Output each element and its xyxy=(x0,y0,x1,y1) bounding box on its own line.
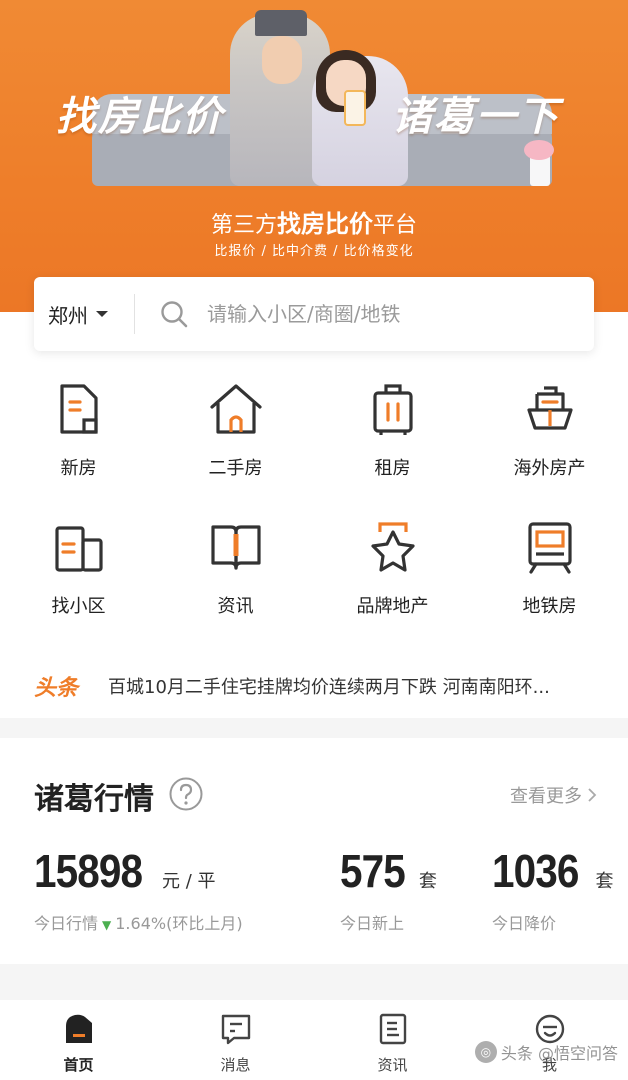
banner-subtitle-pre: 第三方 xyxy=(210,213,277,238)
home-icon xyxy=(65,1014,92,1043)
ship-icon xyxy=(526,386,573,430)
grid-item-label: 海外房产 xyxy=(513,458,586,479)
search-field[interactable] xyxy=(135,277,594,351)
stat-caption: 今日新上 xyxy=(340,914,405,933)
news-icon xyxy=(379,1013,406,1045)
section-divider xyxy=(0,964,628,1000)
tab-label: 首页 xyxy=(63,1056,94,1074)
stat-unit: 套 xyxy=(418,871,437,892)
banner-slogan-right: 诸葛一下 xyxy=(392,93,560,140)
headline-tag: 头条 xyxy=(34,675,79,701)
stat-unit: 套 xyxy=(595,871,614,892)
search-bar: 郑州 xyxy=(34,277,594,351)
caret-down-icon xyxy=(96,311,108,317)
question-icon[interactable] xyxy=(168,776,204,812)
grid-item-label: 地铁房 xyxy=(522,596,577,617)
search-icon xyxy=(161,301,188,328)
house-icon xyxy=(209,384,262,434)
grid-item-label: 新房 xyxy=(60,458,97,479)
banner-hat-illustration xyxy=(255,10,307,36)
stat-caption-label: 今日行情 xyxy=(34,914,99,933)
banner-subtitle: 第三方找房比价平台 xyxy=(0,204,628,239)
tab-label: 消息 xyxy=(220,1056,251,1074)
market-title: 诸葛行情 xyxy=(34,782,154,817)
banner-face-illustration xyxy=(262,36,302,84)
tab-home[interactable]: 首页 xyxy=(0,1000,157,1080)
promo-banner[interactable]: 找房比价 诸葛一下 第三方找房比价平台 比报价 / 比中介费 / 比价格变化 xyxy=(0,0,628,312)
star-icon xyxy=(370,522,415,572)
view-more-label: 查看更多 xyxy=(510,786,582,807)
view-more-link[interactable]: 查看更多 xyxy=(510,782,598,808)
community-icon xyxy=(54,526,103,572)
grid-item-label: 资讯 xyxy=(217,596,254,617)
city-selector[interactable]: 郑州 xyxy=(34,277,134,351)
grid-item-news[interactable]: 资讯 xyxy=(157,518,314,656)
chevron-right-icon xyxy=(588,788,597,802)
book-icon xyxy=(210,525,261,570)
grid-item-brand[interactable]: 品牌地产 xyxy=(314,518,471,656)
stat-value: 15898 xyxy=(34,845,143,897)
stat-caption: 今日降价 xyxy=(492,914,557,933)
grid-item-second-hand[interactable]: 二手房 xyxy=(157,380,314,518)
section-divider xyxy=(0,718,628,738)
category-grid: 新房 二手房 租房 海外房产 找小区 资讯 品牌地产 地铁房 xyxy=(0,380,628,656)
banner-slogan-left: 找房比价 xyxy=(56,93,224,140)
tab-label: 资讯 xyxy=(377,1056,408,1074)
tab-news[interactable]: 资讯 xyxy=(314,1000,471,1080)
grid-item-label: 品牌地产 xyxy=(356,596,429,617)
grid-item-label: 租房 xyxy=(374,458,411,479)
stat-value: 575 xyxy=(340,845,406,897)
tab-messages[interactable]: 消息 xyxy=(157,1000,314,1080)
city-label: 郑州 xyxy=(48,303,88,328)
stat-new-listings[interactable]: 575 套 今日新上 xyxy=(340,844,437,933)
grid-item-overseas[interactable]: 海外房产 xyxy=(471,380,628,518)
stat-value: 1036 xyxy=(492,845,579,897)
new-house-icon xyxy=(59,384,98,434)
watermark: ◎ 头条 @悟空问答 xyxy=(474,1040,618,1064)
grid-item-community[interactable]: 找小区 xyxy=(0,518,157,656)
headline-text[interactable]: 百城10月二手住宅挂牌均价连续两月下跌 河南南阳环... xyxy=(108,673,608,699)
stat-price-cuts[interactable]: 1036 套 今日降价 xyxy=(492,844,614,933)
stat-unit: 元 / 平 xyxy=(162,871,216,892)
subway-icon xyxy=(527,522,572,574)
grid-item-label: 找小区 xyxy=(51,596,106,617)
banner-flower-illustration xyxy=(524,140,554,160)
banner-phone-illustration xyxy=(344,90,366,126)
grid-item-rent[interactable]: 租房 xyxy=(314,380,471,518)
grid-item-new-house[interactable]: 新房 xyxy=(0,380,157,518)
stat-price[interactable]: 15898 元 / 平 今日行情 ▼ 1.64%(环比上月) xyxy=(34,844,243,933)
banner-subtitle-post: 平台 xyxy=(373,213,418,238)
banner-subtitle-bold: 找房比价 xyxy=(277,210,373,238)
search-input[interactable] xyxy=(207,302,527,326)
trend-down-icon: ▼ xyxy=(102,918,112,932)
luggage-icon xyxy=(372,384,413,435)
watermark-text: 头条 @悟空问答 xyxy=(500,1044,618,1063)
stat-caption: 今日行情 ▼ 1.64%(环比上月) xyxy=(34,910,243,934)
grid-item-label: 二手房 xyxy=(208,458,263,479)
stat-caption-change: 1.64%(环比上月) xyxy=(115,914,243,933)
message-icon xyxy=(221,1014,250,1045)
watermark-logo-icon: ◎ xyxy=(474,1041,497,1063)
banner-tags: 比报价 / 比中介费 / 比价格变化 xyxy=(214,244,414,259)
market-section: 诸葛行情 查看更多 15898 元 / 平 今日行情 ▼ 1.64%(环比上月) 5… xyxy=(0,738,628,964)
grid-item-subway[interactable]: 地铁房 xyxy=(471,518,628,656)
headline-ticker[interactable]: 头条 百城10月二手住宅挂牌均价连续两月下跌 河南南阳环... xyxy=(0,656,628,716)
